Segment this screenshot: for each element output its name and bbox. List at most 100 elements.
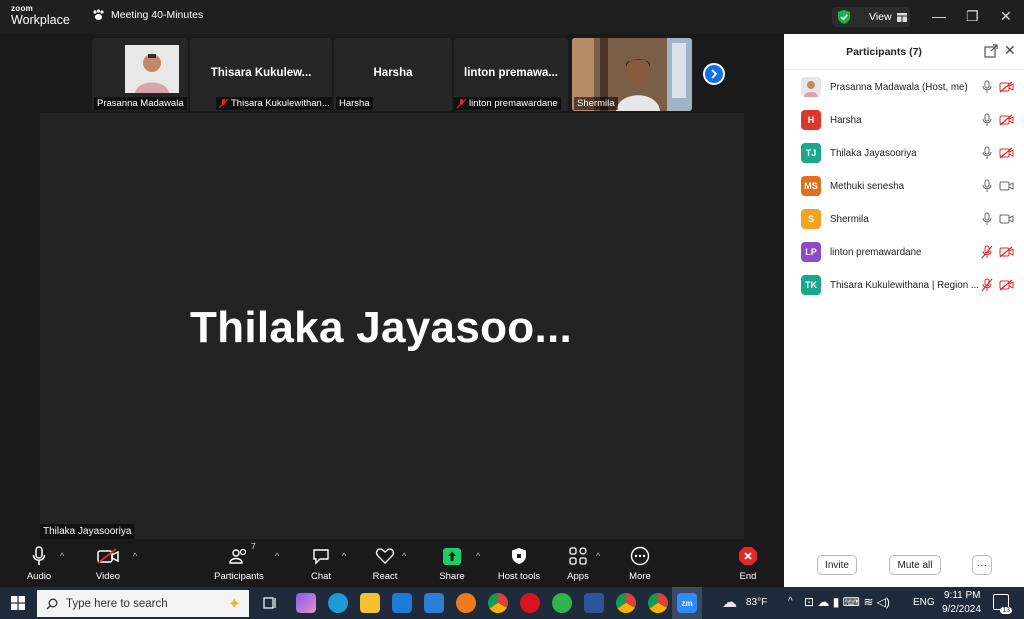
share-button[interactable]: Share [422, 544, 482, 582]
video-options-chevron-icon[interactable]: ^ [133, 551, 137, 561]
tray-icons[interactable]: ⊡ ☁ ▮ ⌨ ≋ ◁) [804, 595, 890, 609]
participants-button[interactable]: Participants [209, 544, 269, 582]
video-off-icon[interactable] [999, 246, 1014, 258]
avatar: TJ [801, 143, 821, 163]
thumbnail-linton[interactable]: linton premawa... linton premawardane [454, 38, 568, 111]
close-icon[interactable]: ✕ [1000, 8, 1012, 25]
avatar: H [801, 110, 821, 130]
edge-browser-icon[interactable] [328, 593, 348, 613]
opera-icon[interactable] [520, 593, 540, 613]
minimize-icon[interactable]: — [932, 8, 946, 24]
mic-muted-icon[interactable] [981, 245, 993, 259]
more-icon [630, 546, 650, 566]
meeting-info[interactable]: Meeting 40-Minutes [92, 9, 203, 21]
zoom-taskbar-active[interactable]: zm [672, 587, 702, 619]
store-icon[interactable] [392, 593, 412, 613]
video-button[interactable]: Video [78, 544, 138, 582]
weather-temp[interactable]: 83°F [746, 597, 767, 608]
notification-icon[interactable]: 13 [993, 594, 1012, 614]
host-tools-button[interactable]: Host tools [489, 544, 549, 582]
mic-muted-icon[interactable] [981, 278, 993, 292]
microphone-icon[interactable] [981, 179, 993, 193]
video-off-icon[interactable] [999, 114, 1014, 126]
search-placeholder: Type here to search [66, 597, 168, 610]
zoom-logo: zoom Workplace [11, 5, 70, 27]
video-camera-icon[interactable] [999, 213, 1014, 225]
mic-muted-icon [457, 98, 466, 108]
clock-date[interactable]: 9/2/2024 [942, 604, 981, 615]
participant-row[interactable]: TK Thisara Kukulewithana | Region ... [784, 270, 1024, 303]
participants-panel-title: Participants (7) [846, 46, 922, 58]
chrome-icon[interactable] [488, 593, 508, 613]
video-off-icon[interactable] [999, 147, 1014, 159]
participant-row[interactable]: TJ Thilaka Jayasooriya [784, 138, 1024, 171]
react-button[interactable]: React [355, 544, 415, 582]
participant-row[interactable]: S Shermila [784, 204, 1024, 237]
end-meeting-button[interactable]: End [718, 544, 778, 582]
participant-row[interactable]: Prasanna Madawala (Host, me) [784, 72, 1024, 105]
microphone-icon[interactable] [981, 80, 993, 94]
audio-button[interactable]: Audio [9, 544, 69, 582]
firefox-icon[interactable] [456, 593, 476, 613]
chrome-profile-icon[interactable] [616, 593, 636, 613]
participant-row[interactable]: LP linton premawardane [784, 237, 1024, 270]
thumbnail-big-name: linton premawa... [464, 67, 558, 79]
chat-options-chevron-icon[interactable]: ^ [342, 551, 346, 561]
participants-options-chevron-icon[interactable]: ^ [275, 551, 279, 561]
participant-name: Thisara Kukulewithana | Region ... [830, 280, 978, 291]
participant-row[interactable]: MS Methuki senesha [784, 171, 1024, 204]
thumbnail-prasanna[interactable]: Prasanna Madawala [92, 38, 188, 111]
microphone-icon[interactable] [981, 113, 993, 127]
chrome-profile-2-icon[interactable] [648, 593, 668, 613]
view-button[interactable]: View [832, 7, 910, 27]
video-camera-icon[interactable] [999, 180, 1014, 192]
participant-name: Methuki senesha [830, 181, 905, 192]
react-options-chevron-icon[interactable]: ^ [402, 551, 406, 561]
thumbnail-harsha[interactable]: Harsha Harsha [334, 38, 452, 111]
chat-button[interactable]: Chat [291, 544, 351, 582]
taskbar-search-box[interactable]: Type here to search ✦ [37, 590, 249, 617]
language-indicator[interactable]: ENG [913, 597, 935, 608]
audio-options-chevron-icon[interactable]: ^ [60, 551, 64, 561]
thumbnail-big-name: Thisara Kukulew... [210, 67, 312, 79]
mute-all-button[interactable]: Mute all [889, 555, 941, 575]
more-button[interactable]: More [610, 544, 670, 582]
thumbnail-label: Prasanna Madawala [94, 97, 187, 110]
microphone-icon[interactable] [981, 212, 993, 226]
search-icon [46, 598, 58, 609]
clock-time[interactable]: 9:11 PM [944, 590, 981, 601]
invite-button[interactable]: Invite [817, 555, 857, 575]
pop-out-icon[interactable] [984, 44, 998, 58]
notification-count: 13 [1000, 607, 1012, 614]
participant-name: Thilaka Jayasooriya [830, 148, 917, 159]
video-off-icon[interactable] [999, 81, 1014, 93]
panel-more-button[interactable]: ··· [972, 555, 992, 575]
apps-options-chevron-icon[interactable]: ^ [596, 551, 600, 561]
active-speaker-video[interactable]: Thilaka Jayasoo... Thilaka Jayasooriya [40, 113, 744, 539]
copilot-icon[interactable] [296, 593, 316, 613]
tray-chevron-icon[interactable]: ^ [788, 596, 793, 607]
chevron-right-icon [711, 69, 718, 79]
next-page-button[interactable] [703, 63, 725, 85]
apps-button[interactable]: Apps [548, 544, 608, 582]
task-view-icon[interactable] [262, 595, 278, 611]
restore-icon[interactable]: ❐ [966, 8, 979, 25]
thumbnail-thisara[interactable]: Thisara Kukulew... Thisara Kukulewithan.… [190, 38, 332, 111]
participant-name: Shermila [830, 214, 869, 225]
participant-name: linton premawardane [830, 247, 922, 258]
participant-row[interactable]: H Harsha [784, 105, 1024, 138]
word-icon[interactable] [584, 593, 604, 613]
app-icon[interactable] [552, 593, 572, 613]
share-options-chevron-icon[interactable]: ^ [476, 551, 480, 561]
thumbnail-label: Harsha [336, 97, 373, 110]
thumbnail-label: Thisara Kukulewithan... [216, 97, 332, 110]
video-off-icon[interactable] [999, 279, 1014, 291]
mail-icon[interactable] [424, 593, 444, 613]
windows-start-icon[interactable] [11, 596, 25, 610]
end-icon [739, 547, 757, 565]
logo-top-text: zoom [11, 4, 34, 13]
file-explorer-icon[interactable] [360, 593, 380, 613]
close-panel-icon[interactable]: ✕ [1004, 42, 1016, 59]
thumbnail-shermila[interactable]: Shermila [572, 38, 692, 111]
microphone-icon[interactable] [981, 146, 993, 160]
